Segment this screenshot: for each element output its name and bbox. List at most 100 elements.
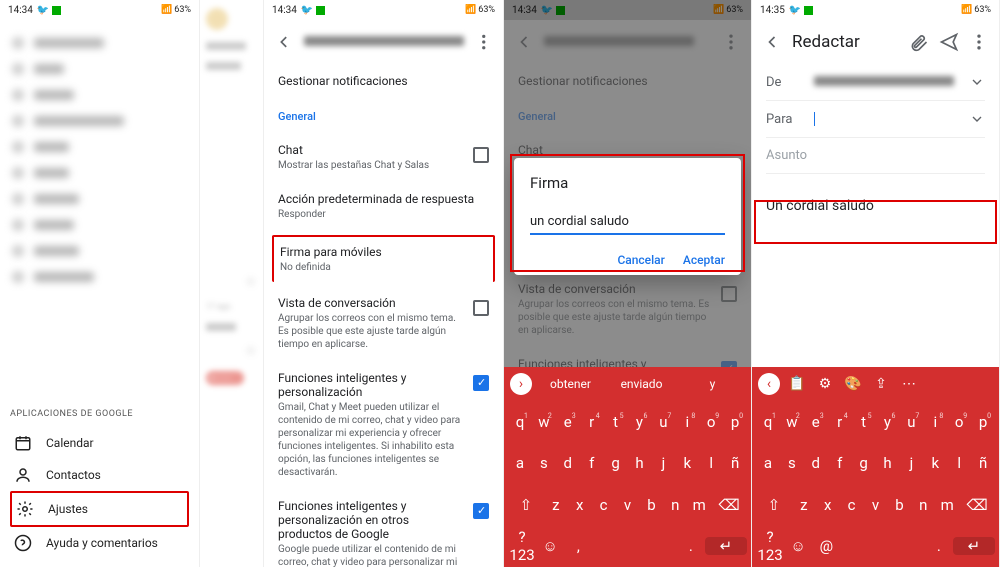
key-g[interactable]: g xyxy=(604,454,628,472)
kb-collapse-icon[interactable]: ‹ xyxy=(758,373,780,395)
clipboard-icon[interactable]: 📋 xyxy=(786,376,808,392)
key-i[interactable]: i8 xyxy=(675,413,699,431)
key-u[interactable]: u7 xyxy=(651,413,675,431)
key-e[interactable]: e3 xyxy=(804,413,828,431)
emoji-key[interactable]: ☺ xyxy=(536,537,564,555)
settings-mobile-signature[interactable]: Firma para móvilesNo definida xyxy=(272,235,495,282)
keyboard[interactable]: › obtener enviado y q1w2e3r4t5y6u7i8o9p0… xyxy=(504,367,751,567)
sidebar-item-contacts[interactable]: Contactos xyxy=(10,459,189,491)
key-h[interactable]: h xyxy=(876,454,900,472)
key-i[interactable]: i8 xyxy=(923,413,947,431)
key-b[interactable]: b xyxy=(639,496,663,514)
cancel-button[interactable]: Cancelar xyxy=(617,253,664,267)
chat-checkbox[interactable] xyxy=(473,147,489,163)
enter-key[interactable]: ↵ xyxy=(705,537,747,555)
smart2-checkbox[interactable] xyxy=(473,503,489,519)
settings-chat[interactable]: ChatMostrar las pestañas Chat y Salas xyxy=(278,133,489,182)
key-q[interactable]: q1 xyxy=(756,413,780,431)
email-body-signature[interactable]: Un cordial saludo xyxy=(766,198,985,214)
attach-icon[interactable] xyxy=(909,32,929,52)
key-h[interactable]: h xyxy=(628,454,652,472)
keyboard[interactable]: ‹ 📋 ⚙ 🎨 ⇪ ⋯ q1w2e3r4t5y6u7i8o9p0 asdfghj… xyxy=(752,367,999,567)
key-x[interactable]: x xyxy=(816,496,840,514)
key-e[interactable]: e3 xyxy=(556,413,580,431)
key-z[interactable]: z xyxy=(544,496,568,514)
key-d[interactable]: d xyxy=(804,454,828,472)
key-o[interactable]: o9 xyxy=(947,413,971,431)
key-w[interactable]: w2 xyxy=(780,413,804,431)
to-field[interactable]: Para xyxy=(766,101,985,138)
key-w[interactable]: w2 xyxy=(532,413,556,431)
back-icon[interactable] xyxy=(274,32,294,52)
key-d[interactable]: d xyxy=(556,454,580,472)
key-n[interactable]: n xyxy=(911,496,935,514)
key-k[interactable]: k xyxy=(675,454,699,472)
key-y[interactable]: y6 xyxy=(628,413,652,431)
key-r[interactable]: r4 xyxy=(580,413,604,431)
sidebar-item-help[interactable]: Ayuda y comentarios xyxy=(10,527,189,559)
more-icon[interactable] xyxy=(969,32,989,52)
at-key[interactable]: @ xyxy=(812,537,840,555)
key-t[interactable]: t5 xyxy=(852,413,876,431)
key-v[interactable]: v xyxy=(864,496,888,514)
back-icon[interactable] xyxy=(762,32,782,52)
shift-key[interactable]: ⇧ xyxy=(508,496,544,514)
settings-notifications[interactable]: Gestionar notificaciones xyxy=(278,64,489,100)
key-g[interactable]: g xyxy=(852,454,876,472)
settings-icon[interactable]: ⚙ xyxy=(814,376,836,392)
sidebar-item-calendar[interactable]: Calendar xyxy=(10,427,189,459)
key-v[interactable]: v xyxy=(616,496,640,514)
backspace-key[interactable]: ⌫ xyxy=(711,496,747,514)
key-x[interactable]: x xyxy=(568,496,592,514)
key-r[interactable]: r4 xyxy=(828,413,852,431)
subject-field[interactable]: Asunto xyxy=(766,138,985,174)
key-l[interactable]: l xyxy=(947,454,971,472)
key-p[interactable]: p0 xyxy=(971,413,995,431)
period-key[interactable]: . xyxy=(677,537,705,555)
key-b[interactable]: b xyxy=(887,496,911,514)
sidebar-item-settings[interactable]: Ajustes xyxy=(10,491,189,527)
settings-default-action[interactable]: Acción predeterminada de respuestaRespon… xyxy=(278,182,489,231)
key-m[interactable]: m xyxy=(687,496,711,514)
key-m[interactable]: m xyxy=(935,496,959,514)
key-k[interactable]: k xyxy=(923,454,947,472)
backspace-key[interactable]: ⌫ xyxy=(959,496,995,514)
emoji-key[interactable]: ☺ xyxy=(784,537,812,555)
key-a[interactable]: a xyxy=(508,454,532,472)
key-u[interactable]: u7 xyxy=(899,413,923,431)
send-icon[interactable] xyxy=(939,32,959,52)
more-icon[interactable] xyxy=(474,32,494,52)
key-f[interactable]: f xyxy=(828,454,852,472)
key-a[interactable]: a xyxy=(756,454,780,472)
conv-checkbox[interactable] xyxy=(473,300,489,316)
key-j[interactable]: j xyxy=(899,454,923,472)
kb-expand-icon[interactable]: › xyxy=(510,373,532,395)
key-q[interactable]: q1 xyxy=(508,413,532,431)
key-j[interactable]: j xyxy=(651,454,675,472)
key-t[interactable]: t5 xyxy=(604,413,628,431)
key-s[interactable]: s xyxy=(780,454,804,472)
palette-icon[interactable]: 🎨 xyxy=(842,376,864,392)
key-o[interactable]: o9 xyxy=(699,413,723,431)
period-key[interactable]: . xyxy=(925,537,953,555)
shift-key[interactable]: ⇧ xyxy=(756,496,792,514)
settings-conversation-view[interactable]: Vista de conversaciónAgrupar los correos… xyxy=(278,286,489,361)
key-l[interactable]: l xyxy=(699,454,723,472)
accept-button[interactable]: Aceptar xyxy=(683,253,725,267)
numbers-key[interactable]: ?123 xyxy=(508,528,536,564)
key-f[interactable]: f xyxy=(580,454,604,472)
from-field[interactable]: De xyxy=(766,64,985,101)
key-ñ[interactable]: ñ xyxy=(971,454,995,472)
share-icon[interactable]: ⇪ xyxy=(870,376,892,392)
comma-key[interactable]: , xyxy=(564,537,592,555)
key-s[interactable]: s xyxy=(532,454,556,472)
key-ñ[interactable]: ñ xyxy=(723,454,747,472)
settings-smart-features[interactable]: Funciones inteligentes y personalización… xyxy=(278,361,489,489)
more-icon[interactable]: ⋯ xyxy=(898,376,920,392)
key-n[interactable]: n xyxy=(663,496,687,514)
key-c[interactable]: c xyxy=(592,496,616,514)
settings-smart-features-other[interactable]: Funciones inteligentes y personalización… xyxy=(278,489,489,567)
smart-checkbox[interactable] xyxy=(473,375,489,391)
key-c[interactable]: c xyxy=(840,496,864,514)
key-p[interactable]: p0 xyxy=(723,413,747,431)
